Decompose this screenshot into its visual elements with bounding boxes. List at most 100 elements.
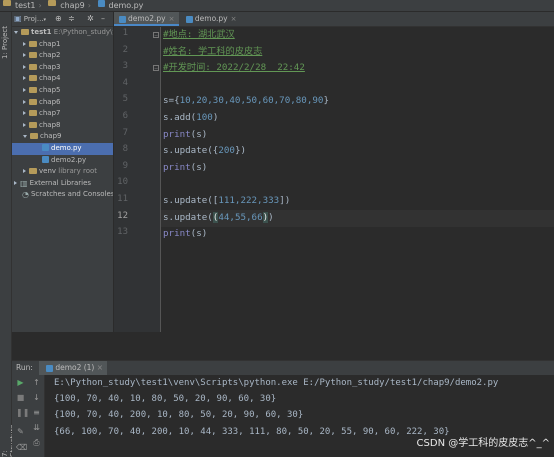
line-number: 11 — [117, 194, 128, 204]
fold-marker-icon[interactable]: − — [153, 32, 159, 39]
builtin-print: print — [163, 161, 191, 173]
chevron-right-icon: › — [38, 1, 42, 10]
scratches-label: Scratches and Consoles — [30, 190, 114, 199]
tree-folder-chap5[interactable]: chap5 — [12, 85, 113, 97]
tree-folder-chap2[interactable]: chap2 — [12, 50, 113, 62]
expand-arrow-icon[interactable] — [23, 122, 26, 127]
run-label: Run: — [16, 363, 33, 372]
code-line-9: print(s) — [163, 160, 207, 177]
tree-folder-venv[interactable]: venv library root — [12, 166, 113, 178]
close-icon[interactable]: × — [169, 15, 175, 23]
expand-arrow-icon[interactable] — [23, 41, 26, 46]
tab-demo2[interactable]: demo2.py × — [114, 12, 179, 26]
code-editor[interactable]: − − #地点: 湖北武汉 #姓名: 学工科的皮皮志 #开发时间: 2022/2… — [153, 27, 554, 332]
python-file-icon — [42, 156, 49, 164]
number-literals: 111,222,333 — [218, 195, 280, 206]
soft-wrap-icon[interactable]: ≡ — [32, 408, 41, 417]
tree-folder-chap4[interactable]: chap4 — [12, 73, 113, 85]
code-token: ) — [212, 112, 219, 123]
project-tool-tab[interactable]: 1: Project — [1, 26, 9, 59]
expand-arrow-icon[interactable] — [23, 87, 26, 92]
expand-arrow-icon[interactable] — [23, 76, 26, 81]
code-line-11: s.update([111,222,333]) — [163, 193, 290, 210]
expand-arrow-icon[interactable] — [23, 134, 27, 138]
folder-label: chap9 — [40, 132, 62, 141]
breadcrumb-file[interactable]: demo.py — [107, 0, 146, 11]
code-line-12: s.update((44,55,66)) — [163, 210, 274, 227]
print-icon[interactable]: ⎙ — [32, 438, 41, 447]
code-token: ]) — [279, 195, 291, 206]
run-config-tab[interactable]: demo2 (1) × — [39, 361, 108, 375]
collapse-all-icon[interactable]: ≑ — [68, 12, 75, 26]
line-number: 13 — [117, 227, 128, 238]
code-token: s.update([ — [163, 195, 219, 206]
project-view-selector[interactable]: Proj... — [24, 15, 44, 23]
breadcrumb-folder[interactable]: chap9 — [58, 0, 87, 11]
code-line-2: #姓名: 学工科的皮皮志 — [163, 44, 262, 61]
line-number: 8 — [122, 144, 128, 155]
line-number: 3 — [122, 61, 128, 72]
folder-label: chap5 — [39, 85, 61, 94]
expand-arrow-icon[interactable] — [23, 111, 26, 116]
tree-folder-chap6[interactable]: chap6 — [12, 97, 113, 109]
locate-icon[interactable]: ⊕ — [55, 12, 62, 26]
tree-file-demo2[interactable]: demo2.py — [12, 155, 113, 167]
stop-icon[interactable]: ■ — [16, 393, 25, 402]
tree-root[interactable]: test1 E:\Python_study\te — [12, 27, 113, 39]
close-icon[interactable]: × — [97, 363, 103, 372]
tree-scratches[interactable]: ◔ Scratches and Consoles — [12, 189, 113, 201]
arrow-up-icon[interactable]: ↑ — [32, 378, 41, 387]
expand-arrow-icon[interactable] — [23, 99, 26, 104]
tree-folder-chap8[interactable]: chap8 — [12, 120, 113, 132]
trash-icon[interactable]: ⌫ — [16, 443, 27, 452]
expand-arrow-icon[interactable] — [23, 169, 26, 174]
fold-marker-icon[interactable]: − — [153, 65, 159, 72]
expand-arrow-icon[interactable] — [14, 30, 18, 34]
folder-icon — [21, 29, 29, 35]
folder-icon — [29, 98, 37, 105]
code-line-5: s={10,20,30,40,50,60,70,80,90} — [163, 93, 329, 110]
console-output-line: {100, 70, 40, 10, 80, 50, 20, 90, 60, 30… — [54, 394, 277, 404]
tree-folder-chap3[interactable]: chap3 — [12, 62, 113, 74]
editor-tabs: demo2.py × demo.py × — [114, 12, 554, 27]
hide-panel-icon[interactable]: – — [101, 12, 105, 26]
pin-icon[interactable]: ✎ — [16, 427, 25, 436]
csdn-watermark: CSDN @学工科的皮皮志^_^ — [416, 438, 550, 449]
breadcrumb-project[interactable]: test1 — [13, 0, 37, 11]
tree-folder-chap1[interactable]: chap1 — [12, 39, 113, 51]
line-number: 7 — [122, 127, 128, 138]
line-number: 4 — [122, 77, 128, 88]
run-console[interactable]: E:\Python_study\test1\venv\Scripts\pytho… — [45, 375, 554, 457]
comment-location: #地点: 湖北武汉 — [163, 29, 235, 40]
close-icon[interactable]: × — [231, 15, 237, 23]
scroll-to-end-icon[interactable]: ⇊ — [32, 423, 41, 432]
rerun-icon[interactable]: ▶ — [16, 378, 25, 387]
console-output-line: {100, 70, 40, 200, 10, 80, 50, 20, 90, 6… — [54, 410, 304, 420]
run-panel-header: Run: demo2 (1) × — [12, 360, 554, 376]
tree-folder-chap7[interactable]: chap7 — [12, 108, 113, 120]
folder-label: chap4 — [39, 74, 61, 83]
tree-file-demo[interactable]: demo.py — [12, 142, 113, 155]
pause-icon[interactable]: ❚❚ — [16, 408, 29, 417]
folder-label: chap1 — [39, 39, 61, 48]
arrow-down-icon[interactable]: ↓ — [32, 393, 41, 402]
line-number-current: 12 — [117, 210, 128, 221]
console-output-line: {66, 100, 70, 40, 200, 10, 44, 333, 111,… — [54, 427, 450, 437]
line-number: 6 — [122, 111, 128, 121]
comment-dev-time: #开发时间: 2022/2/28 22:42 — [163, 62, 305, 74]
project-panel: ▣ Proj...▾ ⊕ ≑ ✲ – test1 E:\Python_study… — [12, 12, 114, 332]
tab-demo[interactable]: demo.py × — [181, 12, 241, 26]
root-name: test1 — [31, 28, 52, 36]
external-libraries-label: External Libraries — [29, 178, 92, 187]
line-number: 5 — [122, 94, 128, 105]
expand-arrow-icon[interactable] — [14, 180, 17, 185]
expand-arrow-icon[interactable] — [23, 53, 26, 58]
folder-icon — [48, 0, 57, 6]
tree-external-libraries[interactable]: ▥ External Libraries — [12, 178, 113, 190]
code-token: }) — [234, 145, 247, 157]
file-label: demo2.py — [51, 155, 87, 164]
expand-arrow-icon[interactable] — [23, 64, 26, 69]
gear-icon[interactable]: ✲ — [87, 12, 94, 26]
tree-folder-chap9[interactable]: chap9 — [12, 131, 113, 143]
dropdown-arrow-icon[interactable]: ▾ — [44, 17, 47, 23]
